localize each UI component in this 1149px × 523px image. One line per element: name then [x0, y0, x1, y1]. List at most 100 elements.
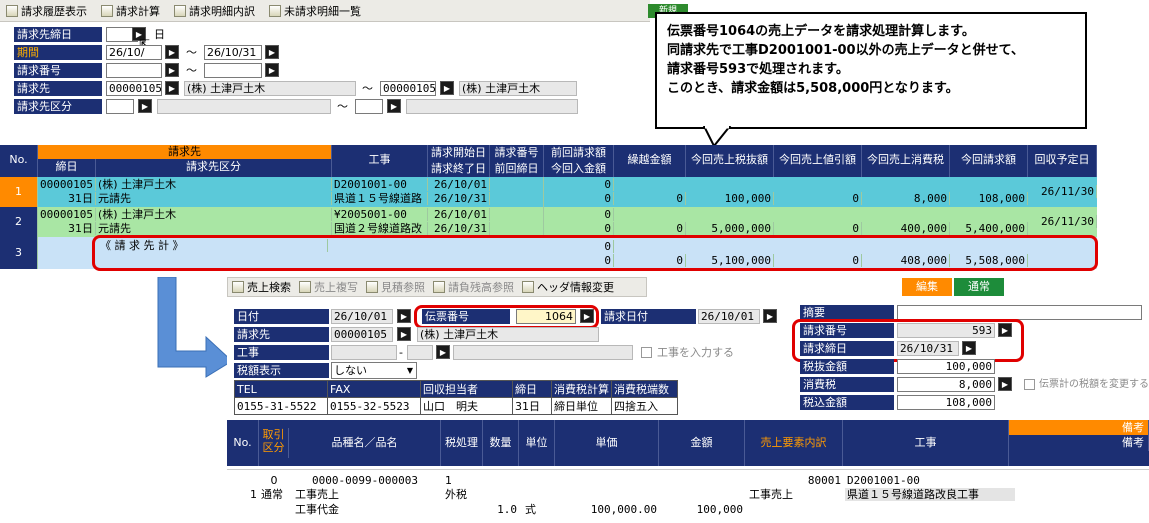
- detail-icon: [174, 4, 186, 17]
- grid-header-closing-day: 締日: [38, 159, 96, 177]
- sales-toolbar: 売上検索 売上複写 見積参照 請負残高参照 ヘッダ情報変更: [227, 277, 647, 297]
- billing-detail-button[interactable]: 請求明細内訳: [174, 3, 255, 19]
- construction-code-input[interactable]: [331, 345, 397, 360]
- customer-lookup-icon[interactable]: ▶: [397, 327, 411, 341]
- construction-name: 国道２号線道路改: [332, 222, 428, 235]
- grid-row-1[interactable]: 1 00000105 (株) 土津戸土木 31日 元請先 D2001001-00…: [0, 177, 1097, 207]
- period-from-calendar-icon[interactable]: ▶: [165, 45, 179, 59]
- date-input[interactable]: 26/10/01: [331, 309, 393, 324]
- customer-to-lookup-icon[interactable]: ▶: [440, 81, 454, 95]
- construction-checkbox[interactable]: [641, 347, 652, 358]
- ex-tax-label: 税抜金額: [800, 359, 894, 374]
- callout-line-1: 伝票番号1064の売上データを請求処理計算します。: [667, 24, 975, 39]
- invoice-no-to-input[interactable]: [204, 63, 262, 78]
- grid-header-invoice-amount: 今回請求額: [950, 145, 1028, 177]
- grid-header-end-date: 請求終了日: [428, 161, 490, 177]
- invoice-date-label: 請求日付: [601, 309, 696, 324]
- estimate-ref-button[interactable]: 見積参照: [366, 279, 425, 295]
- customer-code: 00000105: [38, 178, 96, 191]
- collection-date: 26/11/30: [1028, 215, 1097, 228]
- header-change-button[interactable]: ヘッダ情報変更: [522, 279, 614, 295]
- customer-from-code-input[interactable]: 00000105: [106, 81, 162, 96]
- grid-header-customer-group: 請求先: [38, 145, 332, 159]
- edit-mode-button[interactable]: 編集: [902, 278, 952, 296]
- customer-class-to-lookup-icon[interactable]: ▶: [387, 99, 401, 113]
- normal-mode-button[interactable]: 通常: [954, 278, 1004, 296]
- callout-line-3: 請求番号593で処理されます。: [667, 62, 849, 77]
- grid-header-no: No.: [0, 145, 38, 177]
- slip-no-highlight: [414, 305, 599, 329]
- customer-name: (株) 土津戸土木: [96, 208, 332, 221]
- detail-header-unit-price: 単価: [555, 420, 659, 466]
- detail-item-name-2: 工事代金: [295, 503, 339, 516]
- collector-value: 山口 明夫: [420, 397, 513, 415]
- invoice-date-calendar-icon[interactable]: ▶: [763, 309, 777, 323]
- customer-tilde: ～: [362, 82, 373, 95]
- detail-row-1[interactable]: 1 0 通常 0000-0099-000003 工事売上 工事代金 1 外税 1…: [227, 469, 1149, 523]
- row-number: 3: [0, 237, 38, 269]
- customer-class-label: 請求先区分: [14, 99, 102, 114]
- period-from-input[interactable]: 26/10/: [106, 45, 162, 60]
- detail-row-number: 1: [250, 488, 257, 501]
- tel-value: 0155-31-5522: [234, 397, 328, 415]
- sales-copy-button[interactable]: 売上複写: [299, 279, 358, 295]
- estimate-icon: [366, 281, 378, 293]
- chevron-down-icon: ▼: [406, 366, 413, 375]
- inc-tax-value: 108,000: [897, 395, 995, 410]
- date-label: 日付: [234, 309, 329, 324]
- flow-arrow-icon: [157, 277, 233, 378]
- invoice-info-highlight: [792, 319, 1024, 362]
- invoice-no-from-lookup-icon[interactable]: ▶: [165, 63, 179, 77]
- sales-search-button[interactable]: 売上検索: [232, 279, 291, 295]
- history-icon: [6, 4, 18, 17]
- carryover: 0: [614, 222, 686, 235]
- grid-header-collection-date: 回収予定日: [1028, 145, 1097, 177]
- invoice-date-input[interactable]: 26/10/01: [698, 309, 760, 324]
- customer-class-from-input[interactable]: [106, 99, 134, 114]
- this-receipt: 0: [544, 192, 614, 205]
- grid-header-invoice-no: 請求番号: [490, 145, 544, 161]
- tax-display-label: 税額表示: [234, 363, 329, 378]
- invoice-amount: 108,000: [950, 192, 1028, 205]
- grid-row-2[interactable]: 2 00000105 (株) 土津戸土木 31日 元請先 ¥2005001-00…: [0, 207, 1097, 237]
- tax-lookup-icon[interactable]: ▶: [998, 377, 1012, 391]
- grid-header-prev-invoice-amount: 前回請求額: [544, 145, 614, 161]
- customer-name: (株) 土津戸土木: [417, 327, 599, 342]
- tax-change-checkbox[interactable]: [1024, 379, 1035, 390]
- period-to-input[interactable]: 26/10/31: [204, 45, 262, 60]
- customer-class: 元請先: [96, 192, 332, 205]
- callout-line-2: 同請求先で工事D2001001-00以外の売上データと併せて、: [667, 43, 1024, 58]
- date-calendar-icon[interactable]: ▶: [397, 309, 411, 323]
- grid-header: No. 請求先 締日 請求先区分 工事 請求開始日 請求終了日 請求番号 前回締…: [0, 145, 1097, 177]
- construction-branch-input[interactable]: [407, 345, 433, 360]
- billing-history-button[interactable]: 請求履歴表示: [6, 3, 87, 19]
- customer-class: 元請先: [96, 222, 332, 235]
- tax-value: 8,000: [897, 377, 995, 392]
- sales-entry-panel: 売上検索 売上複写 見積参照 請負残高参照 ヘッダ情報変更 編集 通常 日付 2…: [227, 277, 1149, 523]
- billing-calc-button[interactable]: 請求計算: [101, 3, 160, 19]
- grid-header-this-receipt: 今回入金額: [544, 161, 614, 177]
- customer-code-input[interactable]: 00000105: [331, 327, 393, 342]
- unbilled-list-button[interactable]: 未請求明細一覧: [269, 3, 361, 19]
- memo-input[interactable]: [897, 305, 1142, 320]
- customer-class-to-input[interactable]: [355, 99, 383, 114]
- invoice-no-from-input[interactable]: [106, 63, 162, 78]
- customer-from-lookup-icon[interactable]: ▶: [165, 81, 179, 95]
- tax-rounding-value: 四捨五入: [611, 397, 678, 415]
- list-icon: [269, 4, 281, 17]
- customer-class-from-lookup-icon[interactable]: ▶: [138, 99, 152, 113]
- detail-header-sales-element: 売上要素内訳: [745, 420, 843, 466]
- balance-ref-button[interactable]: 請負残高参照: [433, 279, 514, 295]
- construction-code: D2001001-00: [332, 178, 428, 191]
- customer-to-code-input[interactable]: 00000105: [380, 81, 436, 96]
- period-to-calendar-icon[interactable]: ▶: [265, 45, 279, 59]
- tax-display-select[interactable]: しない ▼: [331, 362, 417, 379]
- carryover: 0: [614, 192, 686, 205]
- invoice-no-to-lookup-icon[interactable]: ▶: [265, 63, 279, 77]
- closing-day-label: 請求先締日: [14, 27, 102, 42]
- customer-to-name: (株) 土津戸土木: [459, 81, 577, 96]
- inc-tax-label: 税込金額: [800, 395, 894, 410]
- header-icon: [522, 281, 534, 293]
- construction-lookup-icon[interactable]: ▶: [436, 345, 450, 359]
- customer-label: 請求先: [14, 81, 102, 96]
